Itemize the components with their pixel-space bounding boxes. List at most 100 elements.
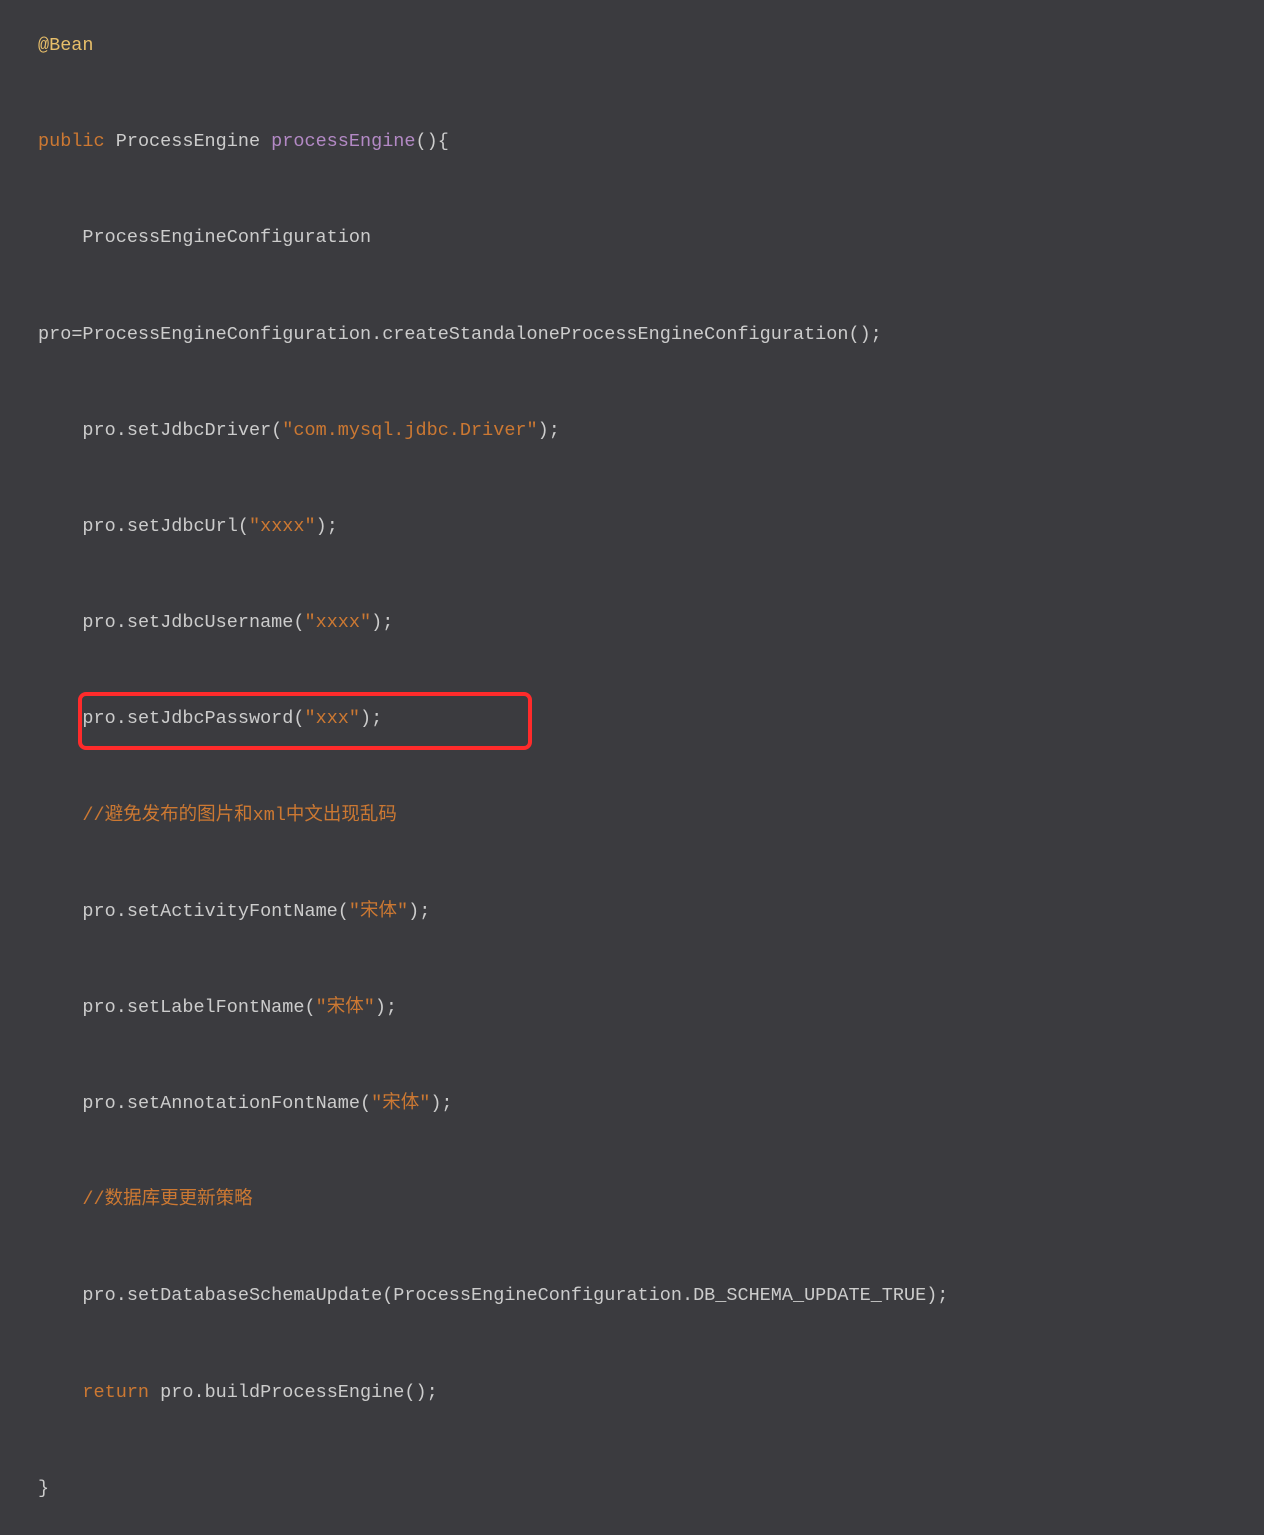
- token-identifier: pro: [82, 901, 115, 922]
- token-punct: );: [371, 612, 393, 633]
- token-punct: .: [116, 1285, 127, 1306]
- code-line: pro=ProcessEngineConfiguration.createSta…: [38, 311, 1226, 359]
- token-punct: .: [116, 516, 127, 537]
- token-space: [260, 131, 271, 152]
- token-string: "宋体": [349, 901, 408, 922]
- token-brace-close: }: [38, 1478, 49, 1499]
- code-line: pro.setJdbcUrl("xxxx");: [38, 503, 1226, 551]
- token-punct: (: [238, 516, 249, 537]
- token-type: ProcessEngineConfiguration: [82, 324, 371, 345]
- token-punct: ();: [848, 324, 881, 345]
- code-line: ProcessEngineConfiguration: [38, 214, 1226, 262]
- token-punct: );: [375, 997, 397, 1018]
- code-block[interactable]: @Bean public ProcessEngine processEngine…: [38, 22, 1226, 1513]
- token-keyword: public: [38, 131, 105, 152]
- token-punct: .: [116, 1093, 127, 1114]
- code-line: //避免发布的图片和xml中文出现乱码: [38, 792, 1226, 840]
- code-line: public ProcessEngine processEngine(){: [38, 118, 1226, 166]
- token-indent: [38, 516, 82, 537]
- token-string: "宋体": [371, 1093, 430, 1114]
- token-punct: .: [193, 1382, 204, 1403]
- code-line: pro.setJdbcUsername("xxxx");: [38, 599, 1226, 647]
- code-line: pro.setJdbcDriver("com.mysql.jdbc.Driver…: [38, 407, 1226, 455]
- token-call: setJdbcUrl: [127, 516, 238, 537]
- token-string: "com.mysql.jdbc.Driver": [282, 420, 537, 441]
- token-punct: );: [430, 1093, 452, 1114]
- token-punct: );: [408, 901, 430, 922]
- token-punct: (: [416, 131, 427, 152]
- token-punct: .: [116, 997, 127, 1018]
- token-call: setJdbcUsername: [127, 612, 294, 633]
- token-string: "xxx": [304, 708, 360, 729]
- token-punct: .: [116, 612, 127, 633]
- token-call: setActivityFontName: [127, 901, 338, 922]
- token-string: "xxxx": [249, 516, 316, 537]
- token-space: [149, 1382, 160, 1403]
- code-line: pro.setDatabaseSchemaUpdate(ProcessEngin…: [38, 1272, 1226, 1320]
- token-indent: [38, 420, 82, 441]
- code-line: pro.setAnnotationFontName("宋体");: [38, 1080, 1226, 1128]
- token-identifier: pro: [82, 516, 115, 537]
- token-punct: .: [371, 324, 382, 345]
- token-identifier: pro: [82, 1093, 115, 1114]
- code-line: pro.setLabelFontName("宋体");: [38, 984, 1226, 1032]
- token-indent: [38, 1189, 82, 1210]
- code-line: return pro.buildProcessEngine();: [38, 1369, 1226, 1417]
- code-line: @Bean: [38, 22, 1226, 70]
- token-punct: {: [438, 131, 449, 152]
- token-punct: );: [538, 420, 560, 441]
- token-constant: DB_SCHEMA_UPDATE_TRUE: [693, 1285, 926, 1306]
- token-type: ProcessEngineConfiguration: [393, 1285, 682, 1306]
- token-identifier: pro: [82, 708, 115, 729]
- token-punct: (: [293, 612, 304, 633]
- token-indent: [38, 227, 82, 248]
- token-call: setDatabaseSchemaUpdate: [127, 1285, 382, 1306]
- token-indent: [38, 612, 82, 633]
- token-punct: (: [382, 1285, 393, 1306]
- code-line: pro.setJdbcPassword("xxx");: [38, 695, 1226, 743]
- token-call: createStandaloneProcessEngineConfigurati…: [382, 324, 848, 345]
- token-string: "xxxx": [304, 612, 371, 633]
- token-identifier: pro: [82, 997, 115, 1018]
- token-call: setJdbcDriver: [127, 420, 271, 441]
- token-punct: (: [360, 1093, 371, 1114]
- token-type: ProcessEngine: [116, 131, 260, 152]
- token-space: [105, 131, 116, 152]
- token-method-declaration: processEngine: [271, 131, 415, 152]
- token-punct: (: [271, 420, 282, 441]
- token-indent: [38, 1382, 82, 1403]
- token-annotation: @Bean: [38, 35, 94, 56]
- token-call: setAnnotationFontName: [127, 1093, 360, 1114]
- token-call: buildProcessEngine: [205, 1382, 405, 1403]
- token-identifier: pro: [82, 420, 115, 441]
- token-call: setJdbcPassword: [127, 708, 294, 729]
- token-call: setLabelFontName: [127, 997, 305, 1018]
- token-string: "宋体": [316, 997, 375, 1018]
- token-identifier: pro: [82, 1285, 115, 1306]
- token-punct: (: [304, 997, 315, 1018]
- token-punct: .: [116, 420, 127, 441]
- token-punct: (: [293, 708, 304, 729]
- token-punct: ();: [404, 1382, 437, 1403]
- token-keyword: return: [82, 1382, 149, 1403]
- token-identifier: pro: [38, 324, 71, 345]
- token-punct: );: [360, 708, 382, 729]
- token-indent: [38, 901, 82, 922]
- token-identifier: pro: [160, 1382, 193, 1403]
- token-comment: //数据库更更新策略: [82, 1189, 252, 1210]
- token-punct: .: [116, 708, 127, 729]
- token-punct: );: [926, 1285, 948, 1306]
- token-punct: );: [316, 516, 338, 537]
- token-type: ProcessEngineConfiguration: [82, 227, 371, 248]
- token-punct: .: [116, 901, 127, 922]
- token-indent: [38, 805, 82, 826]
- code-line: //数据库更更新策略: [38, 1176, 1226, 1224]
- token-punct: (: [338, 901, 349, 922]
- code-line: pro.setActivityFontName("宋体");: [38, 888, 1226, 936]
- token-indent: [38, 997, 82, 1018]
- token-identifier: pro: [82, 612, 115, 633]
- code-line: }: [38, 1465, 1226, 1513]
- editor-inner: @Bean public ProcessEngine processEngine…: [0, 12, 1264, 1535]
- token-indent: [38, 708, 82, 729]
- code-editor[interactable]: @Bean public ProcessEngine processEngine…: [0, 0, 1264, 792]
